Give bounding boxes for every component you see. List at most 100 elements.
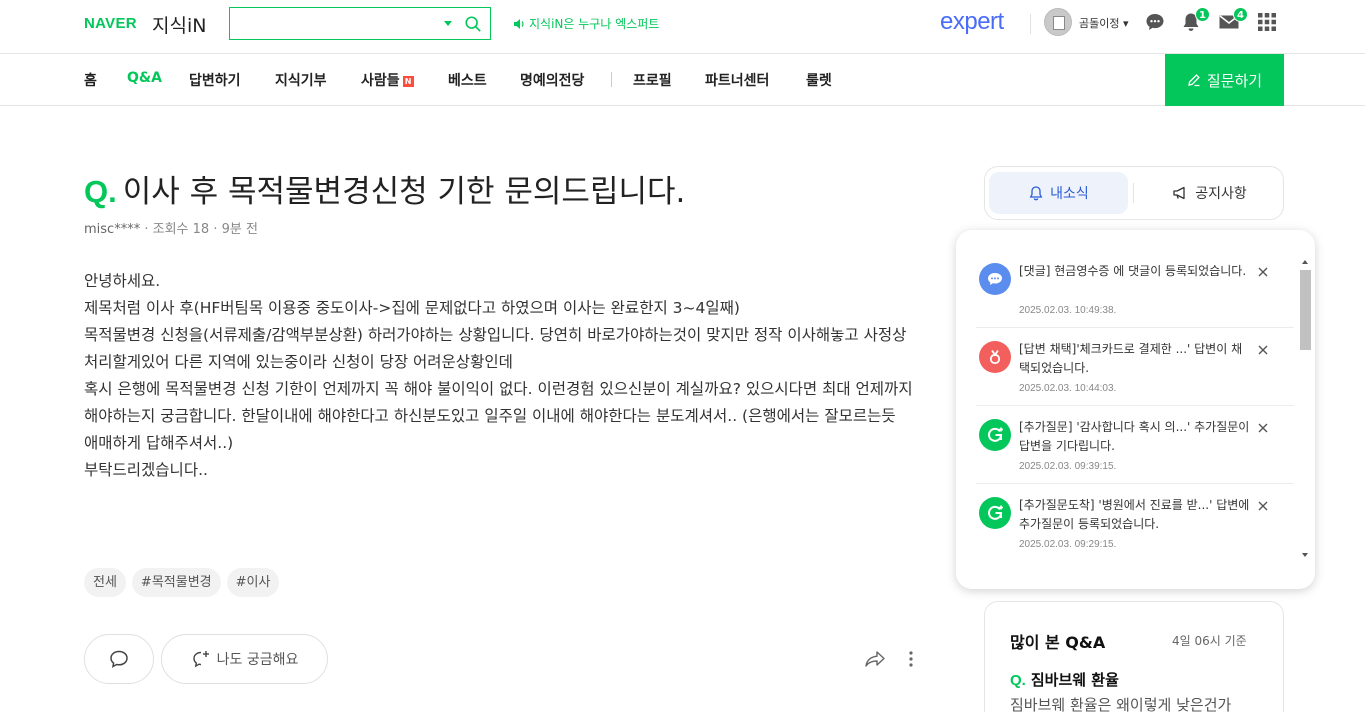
notification-button[interactable]: 1: [1180, 7, 1210, 33]
me-too-curious-button[interactable]: 나도 궁금해요: [161, 634, 328, 684]
comment-icon: [110, 650, 128, 668]
tab-divider: [1133, 183, 1134, 203]
more-options-icon[interactable]: [907, 650, 915, 668]
notification-time: 2025.02.03. 09:29:15.: [1019, 539, 1117, 550]
comment-bubble-icon: [979, 263, 1011, 295]
close-icon[interactable]: [1257, 344, 1269, 356]
nav-profile[interactable]: 프로필: [633, 70, 672, 90]
tag-item[interactable]: #목적물변경: [131, 568, 221, 597]
body-line: 제목처럼 이사 후(HF버팀목 이용중 중도이사->집에 문제없다고 하였으며 …: [84, 299, 740, 317]
popular-question[interactable]: Q. 짐바브웨 환율: [1010, 669, 1119, 690]
notification-time: 2025.02.03. 10:49:38.: [1019, 305, 1117, 316]
expert-logo[interactable]: expert: [940, 8, 1004, 36]
popular-qna-time: 4일 06시 기준: [1172, 634, 1247, 648]
nav-hall-of-fame[interactable]: 명예의전당: [520, 70, 584, 90]
nav-home[interactable]: 홈: [84, 70, 97, 90]
additional-question-icon: [979, 419, 1011, 451]
notification-item[interactable]: [답변 채택]'체크카드로 결제한 ...' 답변이 채택되었습니다. 2025…: [976, 328, 1294, 406]
nav-best[interactable]: 베스트: [448, 70, 487, 90]
popular-qna-title: 많이 본 Q&A: [1010, 633, 1106, 652]
expert-notice-link[interactable]: 지식iN은 누구나 엑스퍼트: [513, 15, 659, 32]
additional-question-icon: [979, 497, 1011, 529]
body-line: 부탁드리겠습니다..: [84, 461, 208, 479]
notification-text: [답변 채택]'체크카드로 결제한 ...' 답변이 채택되었습니다.: [1019, 342, 1243, 375]
nav-people[interactable]: 사람들 N: [361, 70, 414, 90]
close-icon[interactable]: [1257, 422, 1269, 434]
body-line: 목적물변경 신청을(서류제출/감액부분상환) 하러가야하는 상황입니다. 당연히…: [84, 326, 912, 371]
adopt-icon: [979, 341, 1011, 373]
main-nav: 홈 Q&A 답변하기 지식기부 사람들 N 베스트 명예의전당 프로필 파트너센터…: [0, 54, 1365, 106]
question-title: Q. 이사 후 목적물변경신청 기한 문의드립니다.: [84, 166, 685, 211]
nav-people-label: 사람들: [361, 73, 400, 89]
notification-item[interactable]: [추가질문도착] '병원에서 진료를 받...' 답변에 추가질문이 등록되었습…: [976, 484, 1294, 562]
ask-question-label: 질문하기: [1206, 71, 1263, 90]
me-too-curious-label: 나도 궁금해요: [216, 652, 299, 668]
expert-notice-text: 지식iN은 누구나 엑스퍼트: [529, 17, 660, 31]
popular-question-snippet[interactable]: 짐바브웨 환율은 왜이렇게 낮은건가: [1010, 694, 1231, 712]
notification-count-badge: 1: [1195, 7, 1210, 22]
notification-text: [댓글] 현금영수증 에 댓글이 등록되었습니다.: [1019, 264, 1247, 278]
jisikin-logo[interactable]: 지식iN: [152, 11, 206, 38]
question-title-text: 이사 후 목적물변경신청 기한 문의드립니다.: [122, 174, 686, 210]
popular-question-title: 짐바브웨 환율: [1030, 671, 1119, 689]
message-count-badge: 4: [1233, 7, 1248, 22]
nav-roulette[interactable]: 룰렛: [806, 70, 832, 90]
scroll-down-icon[interactable]: [1302, 553, 1308, 557]
tab-notices[interactable]: 공지사항: [1140, 172, 1279, 214]
naver-logo[interactable]: NAVER: [84, 15, 137, 32]
nav-qna[interactable]: Q&A: [127, 70, 162, 86]
notification-text: [추가질문] '감사합니다 혹시 의...' 추가질문이 답변을 기다립니다.: [1019, 420, 1250, 453]
notification-popup: [댓글] 현금영수증 에 댓글이 등록되었습니다. 2025.02.03. 10…: [956, 230, 1315, 589]
nav-answer[interactable]: 답변하기: [189, 70, 241, 90]
popular-question-mark: Q.: [1010, 672, 1026, 689]
search-box[interactable]: [229, 7, 491, 40]
question-body: 안녕하세요. 제목처럼 이사 후(HF버팀목 이용중 중도이사->집에 문제없다…: [84, 268, 914, 484]
body-line: 안녕하세요.: [84, 272, 161, 290]
nav-partner-center[interactable]: 파트너센터: [705, 70, 769, 90]
apps-grid-icon[interactable]: [1256, 11, 1278, 33]
notification-text: [추가질문도착] '병원에서 진료를 받...' 답변에 추가질문이 등록되었습…: [1019, 498, 1250, 531]
tab-my-news[interactable]: 내소식: [989, 172, 1128, 214]
header-divider: [1030, 14, 1031, 34]
search-input[interactable]: [238, 13, 438, 33]
talk-icon[interactable]: [1144, 11, 1166, 33]
curious-icon: [192, 651, 209, 668]
ask-question-button[interactable]: 질문하기: [1165, 54, 1284, 106]
notification-list: [댓글] 현금영수증 에 댓글이 등록되었습니다. 2025.02.03. 10…: [976, 250, 1294, 562]
notification-time: 2025.02.03. 10:44:03.: [1019, 383, 1117, 394]
tab-my-news-label: 내소식: [1050, 186, 1089, 202]
tag-item[interactable]: #이사: [226, 568, 280, 597]
popular-qna-panel: 많이 본 Q&A 4일 06시 기준 Q. 짐바브웨 환율 짐바브웨 환율은 왜이…: [984, 601, 1284, 712]
mail-button[interactable]: 4: [1218, 7, 1248, 33]
scrollbar-thumb[interactable]: [1300, 270, 1311, 350]
close-icon[interactable]: [1257, 500, 1269, 512]
comment-button[interactable]: [84, 634, 154, 684]
new-badge: N: [402, 76, 414, 87]
top-header: NAVER 지식iN 지식iN은 누구나 엑스퍼트 expert 곰돌이정 ▾ …: [0, 0, 1365, 54]
tag-list: 전세 #목적물변경 #이사: [84, 568, 280, 597]
close-icon[interactable]: [1257, 266, 1269, 278]
search-dropdown-icon[interactable]: [444, 21, 452, 26]
notification-item[interactable]: [추가질문] '감사합니다 혹시 의...' 추가질문이 답변을 기다립니다. …: [976, 406, 1294, 484]
username: 곰돌이정: [1079, 17, 1120, 30]
nav-donate[interactable]: 지식기부: [275, 70, 327, 90]
nav-divider: [611, 72, 612, 87]
search-icon[interactable]: [464, 15, 482, 33]
speaker-icon: [514, 18, 524, 29]
tab-notices-label: 공지사항: [1195, 186, 1247, 202]
username-menu[interactable]: 곰돌이정 ▾: [1079, 15, 1129, 31]
share-icon[interactable]: [864, 649, 886, 669]
avatar[interactable]: [1044, 8, 1072, 36]
notification-time: 2025.02.03. 09:39:15.: [1019, 461, 1117, 472]
pencil-icon: [1188, 74, 1200, 87]
tag-item[interactable]: 전세: [84, 568, 126, 597]
body-line: 혹시 은행에 목적물변경 신청 기한이 언제까지 꼭 해야 불이익이 없다. 이…: [84, 380, 918, 452]
question-meta: misc**** · 조회수 18 · 9분 전: [84, 222, 258, 237]
notification-item[interactable]: [댓글] 현금영수증 에 댓글이 등록되었습니다. 2025.02.03. 10…: [976, 250, 1294, 328]
question-mark: Q.: [84, 174, 117, 209]
question-author[interactable]: misc****: [84, 222, 140, 237]
question-time: 9분 전: [221, 222, 258, 237]
megaphone-icon: [1173, 186, 1185, 200]
scroll-up-icon[interactable]: [1302, 260, 1308, 264]
side-tabs: 내소식 공지사항: [984, 166, 1284, 220]
